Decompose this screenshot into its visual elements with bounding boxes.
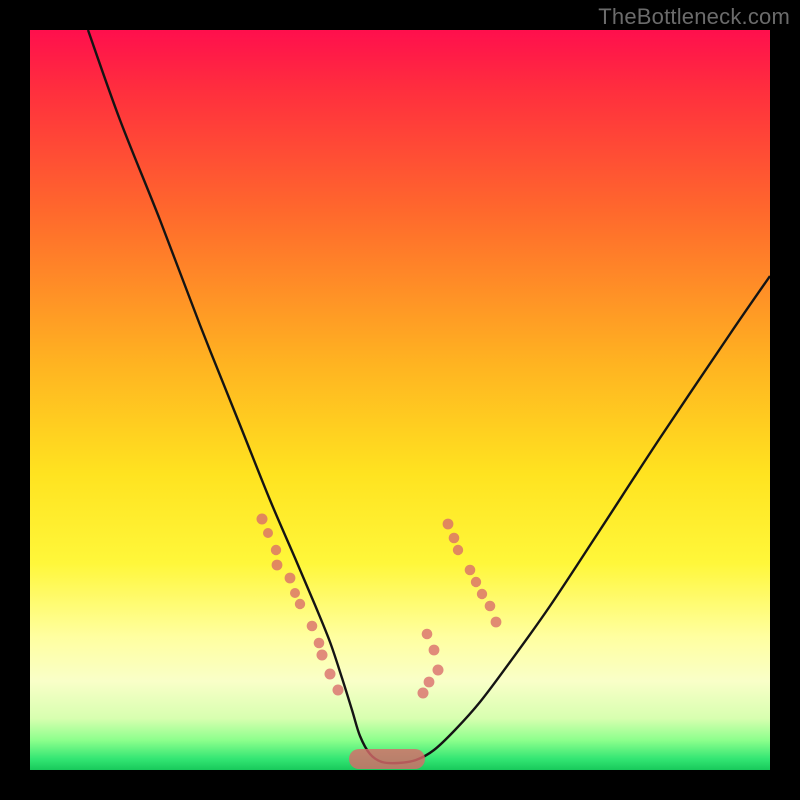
data-marker <box>307 621 318 632</box>
curve-svg <box>30 30 770 770</box>
data-marker <box>285 573 296 584</box>
data-marker <box>257 514 268 525</box>
data-marker <box>433 665 444 676</box>
bottom-cluster <box>349 749 425 769</box>
data-marker <box>271 545 281 555</box>
data-marker <box>485 601 496 612</box>
data-marker <box>477 589 487 599</box>
data-marker <box>453 545 463 555</box>
data-marker <box>290 588 300 598</box>
data-marker <box>491 617 502 628</box>
bottleneck-curve <box>88 30 770 763</box>
markers-right <box>418 519 502 699</box>
plot-area <box>30 30 770 770</box>
data-marker <box>449 533 460 544</box>
data-marker <box>471 577 481 587</box>
data-marker <box>272 560 283 571</box>
data-marker <box>317 650 328 661</box>
data-marker <box>325 669 336 680</box>
data-marker <box>295 599 305 609</box>
data-marker <box>465 565 476 576</box>
data-marker <box>418 688 429 699</box>
watermark-label: TheBottleneck.com <box>598 4 790 30</box>
data-marker <box>263 528 273 538</box>
data-marker <box>429 645 440 656</box>
markers-left <box>257 514 344 696</box>
data-marker <box>422 629 433 640</box>
data-marker <box>443 519 454 530</box>
data-marker <box>424 677 435 688</box>
data-marker <box>314 638 325 649</box>
data-marker <box>333 685 344 696</box>
chart-frame: TheBottleneck.com <box>0 0 800 800</box>
